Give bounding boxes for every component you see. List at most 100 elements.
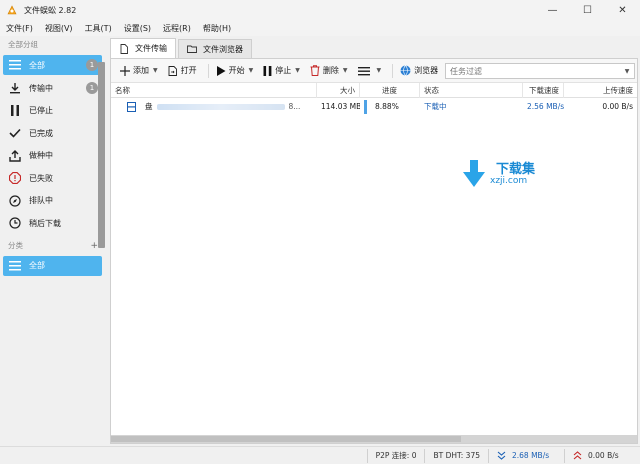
cell-status: 下载中 — [424, 102, 447, 111]
cell-download-speed: 2.56 MB/s — [527, 102, 564, 111]
chevron-down-icon: ▼ — [295, 67, 300, 74]
tab-file-transfer[interactable]: 文件传输 — [110, 38, 176, 58]
folder-icon — [187, 45, 197, 53]
title-bar: 文件蜈蚣 2.82 — ☐ ✕ — [0, 0, 640, 20]
column-name[interactable]: 名称 — [111, 83, 317, 98]
maximize-button[interactable]: ☐ — [570, 0, 605, 20]
total-download-speed[interactable]: 2.68 MB/s — [488, 448, 564, 463]
app-logo-icon — [7, 5, 17, 15]
column-status[interactable]: 状态 — [420, 83, 523, 98]
menu-remote[interactable]: 远程(R) — [157, 23, 197, 34]
progress-value: 8.88% — [375, 102, 399, 111]
add-button[interactable]: 添加 ▼ — [117, 61, 161, 81]
download-icon — [8, 81, 22, 95]
menu-tools[interactable]: 工具(T) — [79, 23, 118, 34]
toolbar: 添加 ▼ 打开 开始 ▼ 停止 ▼ 删除 ▼ ▼ 浏览器 任务过滤 ▼ — [111, 59, 637, 83]
window-title: 文件蜈蚣 2.82 — [24, 5, 77, 15]
stop-button[interactable]: 停止 ▼ — [260, 61, 303, 81]
sidebar-item-label: 已失败 — [29, 173, 53, 183]
sidebar-item-label: 已完成 — [29, 128, 53, 138]
sidebar-item-label: 全部 — [29, 60, 45, 70]
clock-icon — [8, 216, 22, 230]
column-upload-speed[interactable]: 上传速度 — [564, 83, 637, 98]
close-button[interactable]: ✕ — [605, 0, 640, 20]
menu-settings[interactable]: 设置(S) — [118, 23, 157, 34]
delete-button[interactable]: 删除 ▼ — [307, 61, 351, 81]
start-label: 开始 — [228, 66, 245, 75]
horizontal-scrollbar[interactable] — [111, 435, 637, 443]
sidebar-item-completed[interactable]: 已完成 — [0, 122, 102, 145]
watermark-main-text: 下载集 — [496, 162, 536, 177]
open-button[interactable]: 打开 — [165, 61, 200, 81]
chevron-down-icon: ▼ — [248, 67, 254, 74]
sidebar-item-seeding[interactable]: 做种中 — [0, 145, 102, 168]
total-upload-speed[interactable]: 0.00 B/s — [564, 448, 640, 463]
horizontal-scrollbar-thumb[interactable] — [111, 436, 461, 442]
sidebar-item-failed[interactable]: 已失败 — [0, 167, 102, 190]
sidebar-scrollbar[interactable] — [98, 62, 105, 248]
add-label: 添加 — [133, 66, 149, 75]
toolbar-divider — [207, 63, 209, 78]
file-icon — [120, 43, 128, 54]
menu-icon — [357, 66, 370, 75]
check-icon — [8, 126, 22, 140]
delete-label: 删除 — [322, 66, 339, 75]
sidebar-item-all[interactable]: 全部 1 — [3, 55, 102, 75]
task-filter-input[interactable] — [446, 66, 620, 76]
menu-bar: 文件(F) 视图(V) 工具(T) 设置(S) 远程(R) 帮助(H) — [0, 20, 640, 36]
error-icon — [8, 171, 22, 185]
progress-bar — [364, 100, 367, 114]
column-progress[interactable]: 进度 — [360, 83, 420, 98]
p2p-value: 0 — [411, 451, 417, 460]
table-header: 名称 大小 进度 状态 下载速度 上传速度 — [111, 83, 637, 98]
menu-view[interactable]: 视图(V) — [39, 23, 79, 34]
pause-icon — [263, 65, 272, 76]
sidebar-item-queued[interactable]: 排队中 — [0, 190, 102, 213]
status-bar: P2P 连接: 0 BT DHT: 375 2.68 MB/s 0.00 B/s — [0, 446, 640, 464]
cell-size: 114.03 MB — [321, 102, 360, 111]
sidebar-item-label: 传输中 — [29, 83, 53, 93]
count-badge: 1 — [86, 59, 98, 71]
tab-label: 文件传输 — [135, 44, 167, 53]
cell-progress: 8.88% — [360, 98, 420, 116]
compass-icon — [8, 194, 22, 208]
dht-label: BT DHT: — [433, 451, 464, 460]
watermark-sub-text: xzji.com — [490, 176, 528, 186]
transfer-panel: 添加 ▼ 打开 开始 ▼ 停止 ▼ 删除 ▼ ▼ 浏览器 任务过滤 ▼ 名称 大… — [110, 58, 638, 444]
stop-label: 停止 — [275, 66, 292, 75]
pause-icon — [8, 104, 22, 118]
tab-file-browser[interactable]: 文件浏览器 — [178, 39, 252, 58]
chevron-down-icon[interactable]: ▼ — [620, 68, 634, 75]
play-icon — [216, 65, 226, 76]
p2p-connections: P2P 连接: 0 — [366, 448, 425, 463]
minimize-button[interactable]: — — [535, 0, 570, 20]
sidebar-item-transferring[interactable]: 传输中 1 — [0, 77, 102, 100]
list-icon — [8, 58, 22, 72]
chevron-down-icon: ▼ — [342, 67, 348, 74]
task-filter-combobox[interactable]: ▼ — [445, 63, 635, 79]
file-name-blurred — [156, 104, 285, 110]
cell-name: 盘 8... — [111, 98, 317, 116]
bt-dht: BT DHT: 375 — [424, 448, 488, 463]
category-item-all[interactable]: 全部 — [3, 255, 102, 276]
list-icon — [8, 259, 22, 273]
more-menu-button[interactable]: ▼ — [355, 61, 385, 81]
tab-bar: 文件传输 文件浏览器 — [108, 38, 640, 58]
upload-icon — [8, 149, 22, 163]
browser-button[interactable]: 浏览器 — [397, 61, 441, 81]
table-row[interactable]: 盘 8... 114.03 MB 8.88% 下载中 2.56 MB/s 0.0… — [111, 98, 637, 116]
add-category-button[interactable]: + — [90, 237, 98, 255]
start-button[interactable]: 开始 ▼ — [213, 61, 257, 81]
open-file-icon — [168, 65, 177, 76]
p2p-label: P2P 连接: — [375, 451, 410, 460]
sidebar-item-later[interactable]: 稍后下载 — [0, 212, 102, 235]
sidebar-item-label: 排队中 — [29, 196, 53, 206]
dht-value: 375 — [465, 451, 480, 460]
column-size[interactable]: 大小 — [317, 83, 360, 98]
sidebar-item-stopped[interactable]: 已停止 — [0, 100, 102, 123]
menu-file[interactable]: 文件(F) — [0, 23, 39, 34]
open-label: 打开 — [180, 66, 197, 75]
menu-help[interactable]: 帮助(H) — [197, 23, 237, 34]
column-download-speed[interactable]: 下载速度 — [523, 83, 564, 98]
category-header: 分类 + — [0, 237, 108, 255]
